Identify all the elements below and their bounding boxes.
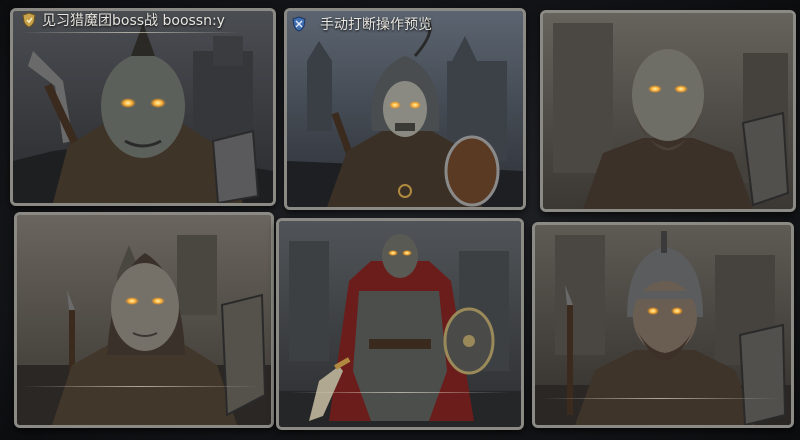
gold-shield-icon (22, 12, 36, 28)
caption-left-underline (20, 32, 240, 33)
character-card-bald-bearded[interactable] (540, 10, 796, 212)
bald-bearded-portrait (543, 13, 793, 209)
caption-center: 手动打断操作预览 (292, 14, 432, 34)
character-card-hooded-skull[interactable] (284, 8, 526, 210)
character-card-red-cloak-warrior[interactable] (276, 218, 524, 430)
blue-shield-icon (292, 16, 306, 32)
caption-left-text: 见习猎魔团boss战 boossn:y (42, 13, 225, 29)
hooded-skull-portrait (287, 11, 523, 207)
caption-center-text: 手动打断操作预览 (320, 17, 432, 33)
helmeted-bearded-portrait (535, 225, 791, 425)
character-card-bald-hooded[interactable] (14, 212, 274, 428)
bottom-divider-center (290, 392, 510, 393)
caption-left: 见习猎魔团boss战 boossn:y (22, 10, 225, 30)
red-cloak-warrior-portrait (279, 221, 521, 427)
mohawk-orc-portrait (13, 11, 273, 203)
bottom-divider-right (540, 398, 780, 399)
bald-hooded-portrait (17, 215, 271, 425)
character-card-mohawk-orc[interactable] (10, 8, 276, 206)
bottom-divider-left (20, 386, 260, 387)
character-sheet: 见习猎魔团boss战 boossn:y 手动打断操作预览 (0, 0, 800, 440)
